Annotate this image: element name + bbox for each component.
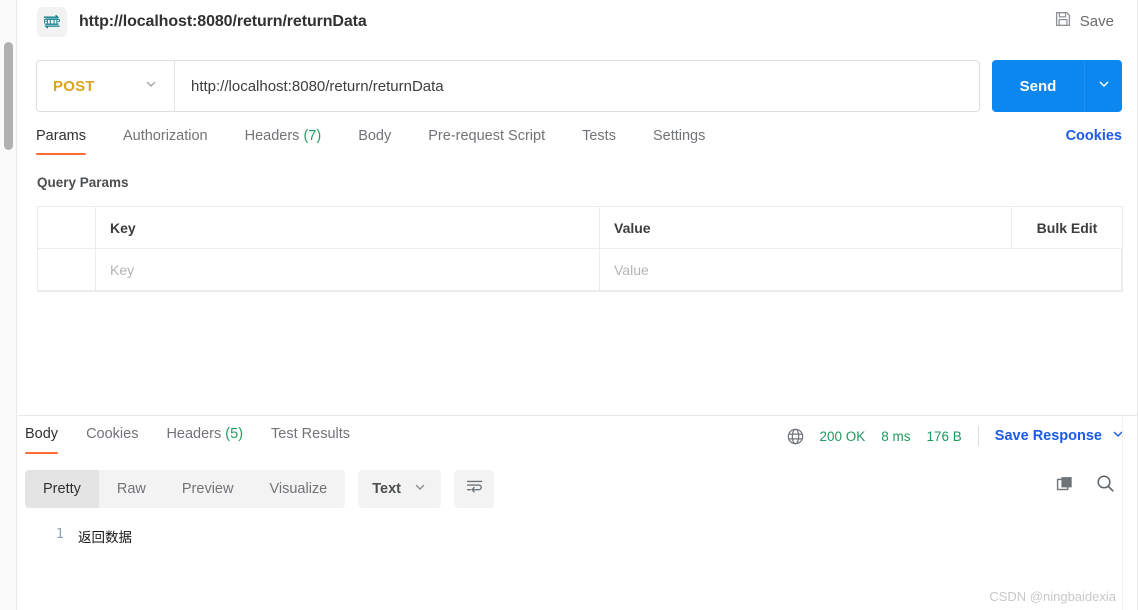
response-tab-cookies-label: Cookies bbox=[86, 426, 139, 442]
tab-body-label: Body bbox=[358, 128, 392, 144]
tab-authorization-label: Authorization bbox=[122, 128, 208, 144]
table-row: Key Value bbox=[38, 249, 1122, 291]
row-checkbox-cell[interactable] bbox=[38, 249, 96, 290]
response-tab-test-results-label: Test Results bbox=[271, 426, 351, 442]
chevron-down-icon bbox=[144, 77, 158, 96]
globe-icon bbox=[786, 427, 805, 446]
tab-tests-label: Tests bbox=[582, 128, 616, 144]
send-options-button[interactable] bbox=[1084, 60, 1122, 112]
titlebar-actions: Save bbox=[1048, 5, 1120, 38]
table-header-row: Key Value Bulk Edit bbox=[38, 207, 1122, 249]
chevron-down-icon bbox=[1097, 77, 1111, 96]
response-tab-body-label: Body bbox=[25, 426, 59, 442]
response-tab-headers-count: (5) bbox=[225, 426, 244, 442]
response-body-pane[interactable]: 1 返回数据 bbox=[18, 516, 1114, 610]
search-icon[interactable] bbox=[1095, 473, 1116, 494]
tab-body[interactable]: Body bbox=[358, 126, 391, 155]
response-body-actions bbox=[1055, 473, 1116, 494]
response-tab-headers[interactable]: Headers (5) bbox=[166, 424, 243, 454]
bulk-edit-button[interactable]: Bulk Edit bbox=[1012, 207, 1122, 248]
response-status-bar: 200 OK 8 ms 176 B Save Response bbox=[786, 426, 1125, 446]
response-tab-headers-label: Headers bbox=[166, 426, 222, 442]
http-method-select[interactable]: POST bbox=[37, 61, 175, 111]
left-scrollbar-thumb[interactable] bbox=[4, 42, 13, 150]
param-value-input[interactable]: Value bbox=[600, 249, 1122, 290]
query-params-label: Query Params bbox=[37, 175, 129, 190]
tab-params-label: Params bbox=[36, 128, 86, 144]
save-icon bbox=[1054, 10, 1072, 33]
code-line: 1 返回数据 bbox=[18, 516, 1114, 546]
response-tab-body[interactable]: Body bbox=[25, 424, 59, 454]
response-scrollbar-rail bbox=[1122, 416, 1138, 610]
watermark: CSDN @ningbaidexia bbox=[989, 589, 1116, 604]
request-tab-bar: Params Authorization Headers (7) Body Pr… bbox=[36, 126, 1122, 160]
tab-authorization[interactable]: Authorization bbox=[123, 126, 208, 155]
postman-request-window: HTTP http://localhost:8080/return/return… bbox=[0, 0, 1138, 610]
left-scrollbar-rail bbox=[0, 0, 17, 610]
tab-headers[interactable]: Headers (7) bbox=[245, 126, 322, 155]
table-header-value: Value bbox=[600, 207, 1012, 248]
url-bar: POST bbox=[36, 60, 980, 112]
table-header-key: Key bbox=[96, 207, 600, 248]
request-title-bar: HTTP http://localhost:8080/return/return… bbox=[18, 0, 1138, 43]
save-response-label: Save Response bbox=[994, 428, 1102, 444]
response-format-value: Text bbox=[372, 481, 401, 497]
tab-params[interactable]: Params bbox=[36, 126, 86, 155]
send-button[interactable]: Send bbox=[992, 60, 1084, 112]
response-format-select[interactable]: Text bbox=[358, 470, 441, 508]
tab-headers-count: (7) bbox=[303, 128, 322, 144]
word-wrap-icon bbox=[465, 477, 484, 501]
param-key-input[interactable]: Key bbox=[96, 249, 600, 290]
tab-settings-label: Settings bbox=[652, 128, 706, 144]
chevron-down-icon bbox=[413, 480, 427, 498]
send-button-group: Send bbox=[992, 60, 1122, 112]
response-view-mode-group: Pretty Raw Preview Visualize bbox=[25, 470, 346, 508]
http-protocol-icon: HTTP bbox=[37, 6, 67, 37]
query-params-table: Key Value Bulk Edit Key Value bbox=[37, 206, 1123, 292]
line-number: 1 bbox=[55, 526, 64, 542]
save-button[interactable]: Save bbox=[1048, 5, 1120, 38]
response-tab-test-results[interactable]: Test Results bbox=[271, 424, 350, 454]
save-response-button[interactable]: Save Response bbox=[995, 427, 1125, 445]
response-size[interactable]: 176 B bbox=[927, 429, 962, 444]
tab-headers-label: Headers bbox=[244, 128, 300, 144]
view-mode-preview[interactable]: Preview bbox=[164, 470, 252, 508]
tab-pre-request-script-label: Pre-request Script bbox=[428, 128, 546, 144]
view-mode-raw[interactable]: Raw bbox=[99, 470, 164, 508]
table-header-checkbox-cell bbox=[38, 207, 96, 248]
response-tab-cookies[interactable]: Cookies bbox=[86, 424, 138, 454]
copy-icon[interactable] bbox=[1055, 474, 1075, 494]
status-badge[interactable]: 200 OK bbox=[819, 429, 865, 444]
view-mode-pretty[interactable]: Pretty bbox=[25, 470, 99, 508]
meta-divider bbox=[977, 426, 979, 446]
url-bar-row: POST Send bbox=[36, 60, 1122, 112]
response-body-text: 返回数据 bbox=[78, 530, 132, 546]
view-mode-visualize[interactable]: Visualize bbox=[251, 470, 345, 508]
cookies-link[interactable]: Cookies bbox=[1066, 126, 1122, 144]
response-view-toolbar: Pretty Raw Preview Visualize Text bbox=[25, 470, 494, 508]
svg-text:HTTP: HTTP bbox=[44, 18, 60, 25]
tab-settings[interactable]: Settings bbox=[653, 126, 705, 155]
http-method-value: POST bbox=[53, 77, 95, 95]
response-time[interactable]: 8 ms bbox=[881, 429, 910, 444]
response-section-divider bbox=[18, 415, 1138, 416]
url-input[interactable] bbox=[175, 61, 979, 111]
tab-pre-request-script[interactable]: Pre-request Script bbox=[428, 126, 545, 155]
save-button-label: Save bbox=[1079, 13, 1114, 30]
word-wrap-button[interactable] bbox=[454, 470, 494, 508]
tab-tests[interactable]: Tests bbox=[582, 126, 616, 155]
page-title: http://localhost:8080/return/returnData bbox=[79, 12, 367, 30]
